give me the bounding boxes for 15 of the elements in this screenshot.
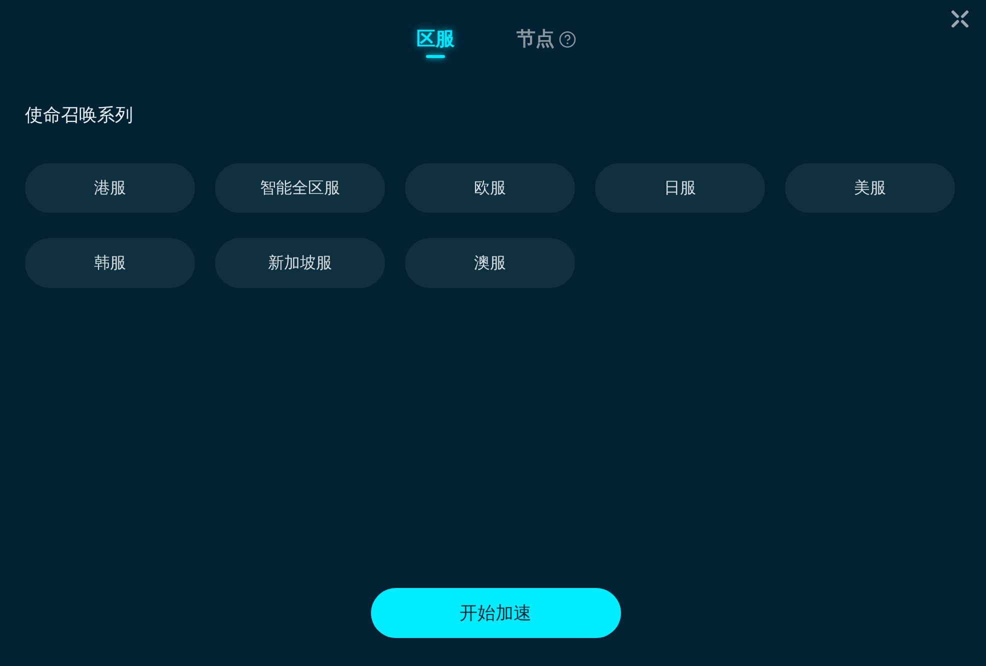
close-icon[interactable] bbox=[951, 10, 969, 28]
server-option[interactable]: 美服 bbox=[785, 163, 955, 213]
server-option[interactable]: 新加坡服 bbox=[215, 238, 385, 288]
server-option[interactable]: 澳服 bbox=[405, 238, 575, 288]
server-option[interactable]: 日服 bbox=[595, 163, 765, 213]
server-option[interactable]: 港服 bbox=[25, 163, 195, 213]
tab[interactable]: 节点 bbox=[516, 27, 554, 51]
server-option[interactable]: 韩服 bbox=[25, 238, 195, 288]
start-button[interactable]: 开始加速 bbox=[370, 588, 620, 638]
server-option[interactable]: 智能全区服 bbox=[215, 163, 385, 213]
help-icon[interactable] bbox=[558, 30, 576, 48]
tab[interactable]: 区服 bbox=[416, 27, 454, 51]
tab-underline bbox=[426, 55, 445, 58]
server-option[interactable]: 欧服 bbox=[405, 163, 575, 213]
section-title: 使命召唤系列 bbox=[25, 104, 134, 128]
